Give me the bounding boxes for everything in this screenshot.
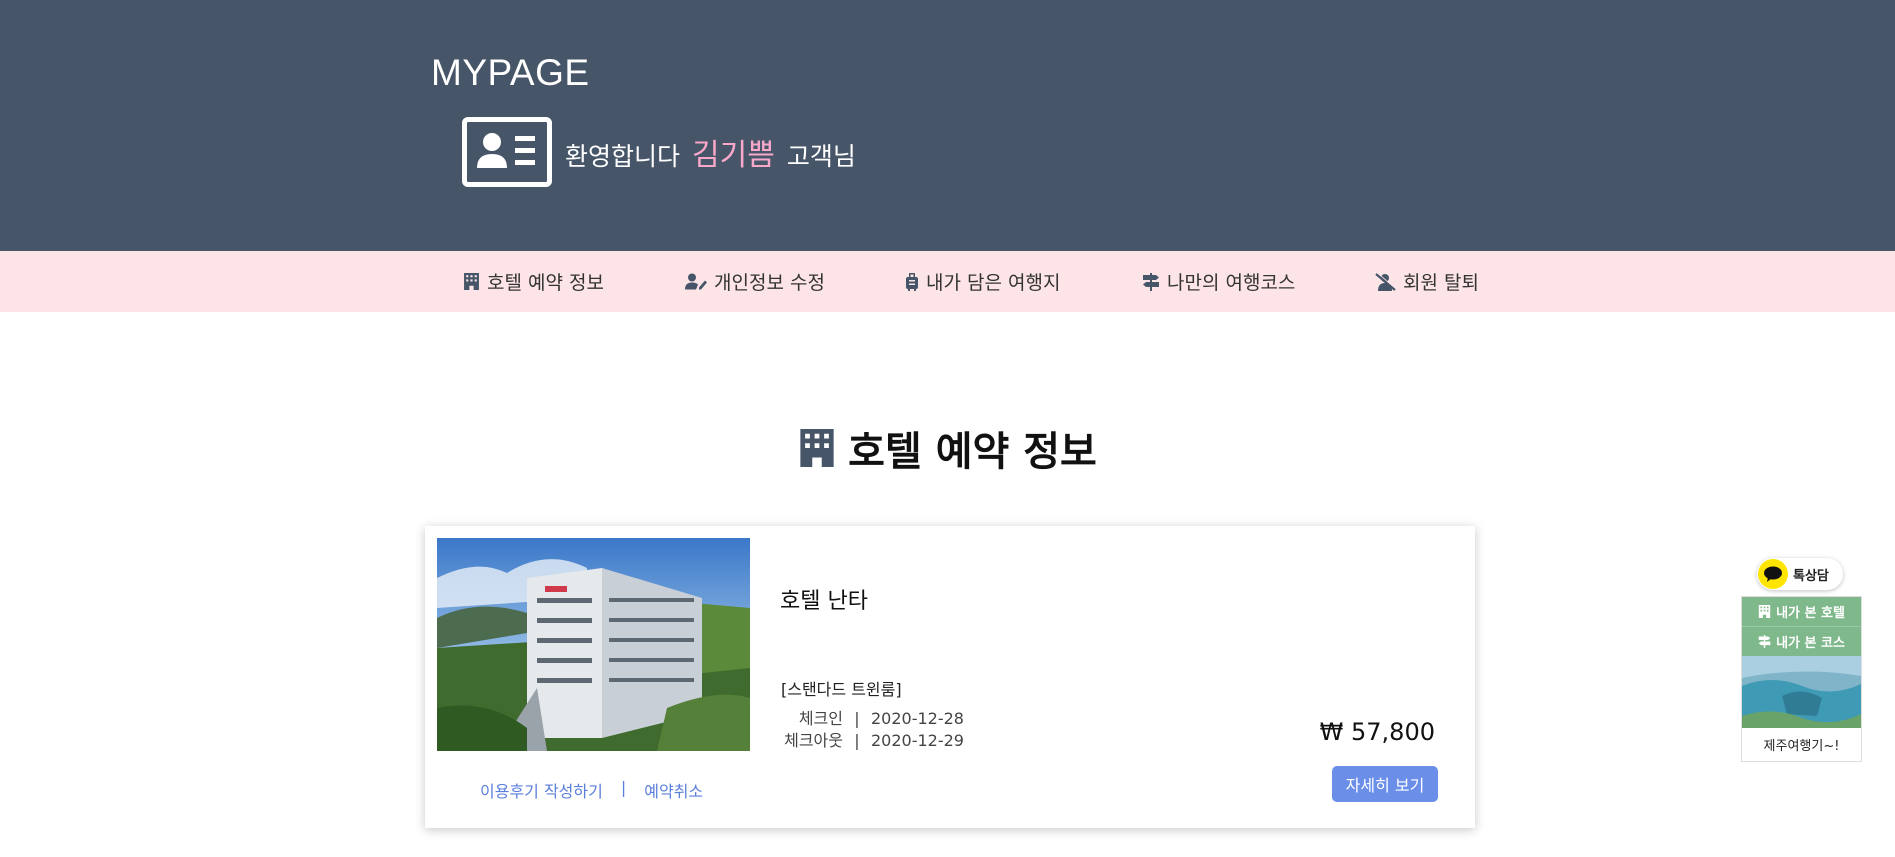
- cancel-reservation-link[interactable]: 예약취소: [644, 778, 703, 802]
- nav-item-label: 내가 담은 여행지: [926, 272, 1061, 294]
- page-header: MYPAGE 환영합니다 김기쁨 고객님: [0, 0, 1895, 251]
- stay-dates: 체크인 | 2020-12-28 체크아웃 | 2020-12-29: [783, 708, 964, 752]
- nav-item-edit-profile[interactable]: 개인정보 수정: [685, 251, 825, 312]
- kakao-label: 톡상담: [1793, 568, 1829, 584]
- page-title: MYPAGE: [431, 52, 590, 93]
- reservation-price: ₩ 57,800: [1319, 718, 1435, 746]
- nav-item-label: 나만의 여행코스: [1167, 272, 1296, 294]
- jeju-promo-image[interactable]: [1742, 656, 1861, 728]
- recent-course-button[interactable]: 내가 본 코스: [1742, 626, 1861, 656]
- view-details-button[interactable]: 자세히 보기: [1332, 766, 1438, 802]
- user-edit-icon: [685, 273, 707, 290]
- reservation-card: 호텔 난타 [스탠다드 트윈룸] 체크인 | 2020-12-28 체크아웃 |…: [425, 526, 1475, 828]
- recent-hotel-button[interactable]: 내가 본 호텔: [1742, 597, 1861, 626]
- nav-item-hotel-reservation[interactable]: 호텔 예약 정보: [463, 251, 604, 312]
- nav-item-label: 개인정보 수정: [714, 272, 825, 294]
- user-name: 김기쁨: [692, 138, 775, 173]
- nav-item-saved-places[interactable]: 내가 담은 여행지: [905, 251, 1060, 312]
- hotel-icon: [464, 273, 479, 290]
- link-separator: |: [620, 778, 627, 797]
- kakao-chat-button[interactable]: 톡상담: [1757, 558, 1843, 590]
- welcome-prefix: 환영합니다: [565, 142, 681, 171]
- hotel-name: 호텔 난타: [780, 589, 868, 614]
- welcome-message: 환영합니다 김기쁨 고객님: [565, 130, 856, 174]
- checkin-row: 체크인 | 2020-12-28: [783, 708, 964, 730]
- recent-course-label: 내가 본 코스: [1776, 636, 1845, 651]
- nav-item-withdraw[interactable]: 회원 탈퇴: [1375, 251, 1479, 312]
- recent-view-widget: 내가 본 호텔 내가 본 코스 제주여행기~!: [1741, 596, 1862, 762]
- section-heading: 호텔 예약 정보: [0, 419, 1895, 477]
- luggage-icon: [906, 272, 918, 291]
- write-review-link[interactable]: 이용후기 작성하기: [480, 778, 603, 802]
- checkout-row: 체크아웃 | 2020-12-29: [783, 730, 964, 752]
- date-separator: |: [854, 709, 860, 728]
- recent-hotel-label: 내가 본 호텔: [1776, 606, 1845, 621]
- date-separator: |: [854, 731, 860, 750]
- welcome-suffix: 고객님: [786, 142, 856, 171]
- hotel-icon: [1758, 605, 1771, 618]
- hotel-icon: [800, 429, 834, 467]
- checkout-label: 체크아웃: [784, 731, 843, 750]
- checkin-label: 체크인: [798, 709, 843, 728]
- nav-item-my-course[interactable]: 나만의 여행코스: [1142, 251, 1295, 312]
- promo-caption: 제주여행기~!: [1763, 739, 1840, 754]
- signpost-icon: [1143, 272, 1159, 291]
- nav-item-label: 회원 탈퇴: [1403, 272, 1479, 294]
- checkout-date: 2020-12-29: [871, 731, 964, 750]
- mypage-nav: 호텔 예약 정보 개인정보 수정 내가 담은 여행지 나만의 여행코스 회원 탈…: [0, 251, 1895, 312]
- reservation-actions: 이용후기 작성하기 | 예약취소: [480, 778, 703, 802]
- chat-bubble-icon: [1758, 559, 1788, 589]
- signpost-icon: [1758, 635, 1771, 648]
- nav-item-label: 호텔 예약 정보: [487, 272, 604, 294]
- user-slash-icon: [1375, 272, 1396, 291]
- room-type: [스탠다드 트윈룸]: [781, 680, 902, 699]
- id-card-icon: [462, 117, 552, 187]
- section-title: 호텔 예약 정보: [848, 429, 1097, 475]
- checkin-date: 2020-12-28: [871, 709, 964, 728]
- hotel-photo: [437, 538, 750, 751]
